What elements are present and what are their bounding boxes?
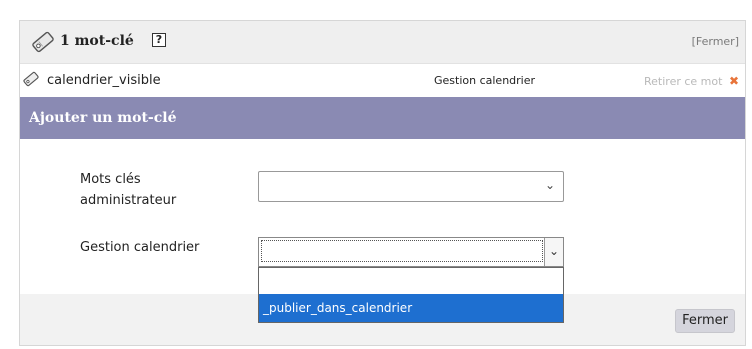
select-focus-ring xyxy=(261,240,543,262)
calendar-dropdown-list: _publier_dans_calendrier xyxy=(258,267,564,323)
remove-x-icon: ✖ xyxy=(728,74,739,88)
remove-keyword-link[interactable]: Retirer ce mot ✖ xyxy=(644,74,739,88)
add-keyword-form: Mots clés administrateur ⌄ Gestion calen… xyxy=(20,139,745,323)
page-title: 1 mot-clé xyxy=(60,33,134,49)
admin-keywords-label: Mots clés administrateur xyxy=(80,172,177,208)
calendar-group-label: Gestion calendrier xyxy=(80,240,200,255)
remove-keyword-label: Retirer ce mot xyxy=(644,75,723,88)
add-keyword-title: Ajouter un mot-clé xyxy=(29,110,177,126)
calendar-group-select[interactable]: ⌄ xyxy=(258,237,564,267)
keywords-panel: 1 mot-clé ? [Fermer] calendrier_visible … xyxy=(19,20,746,346)
dropdown-option-publier[interactable]: _publier_dans_calendrier xyxy=(259,294,563,322)
panel-header: 1 mot-clé ? [Fermer] xyxy=(20,21,745,64)
chevron-down-icon: ⌄ xyxy=(544,178,555,192)
tag-icon xyxy=(23,71,39,87)
help-icon[interactable]: ? xyxy=(152,33,166,47)
admin-keywords-select[interactable]: ⌄ xyxy=(258,171,564,202)
keyword-name[interactable]: calendrier_visible xyxy=(47,73,161,88)
keyword-row: calendrier_visible Gestion calendrier Re… xyxy=(20,64,745,97)
dropdown-option-empty[interactable] xyxy=(259,268,563,294)
tag-icon xyxy=(32,31,54,53)
add-keyword-header: Ajouter un mot-clé xyxy=(20,97,745,139)
chevron-down-icon[interactable]: ⌄ xyxy=(544,238,563,266)
close-button[interactable]: Fermer xyxy=(675,309,735,333)
keyword-group: Gestion calendrier xyxy=(434,74,536,87)
close-link[interactable]: [Fermer] xyxy=(692,35,739,48)
